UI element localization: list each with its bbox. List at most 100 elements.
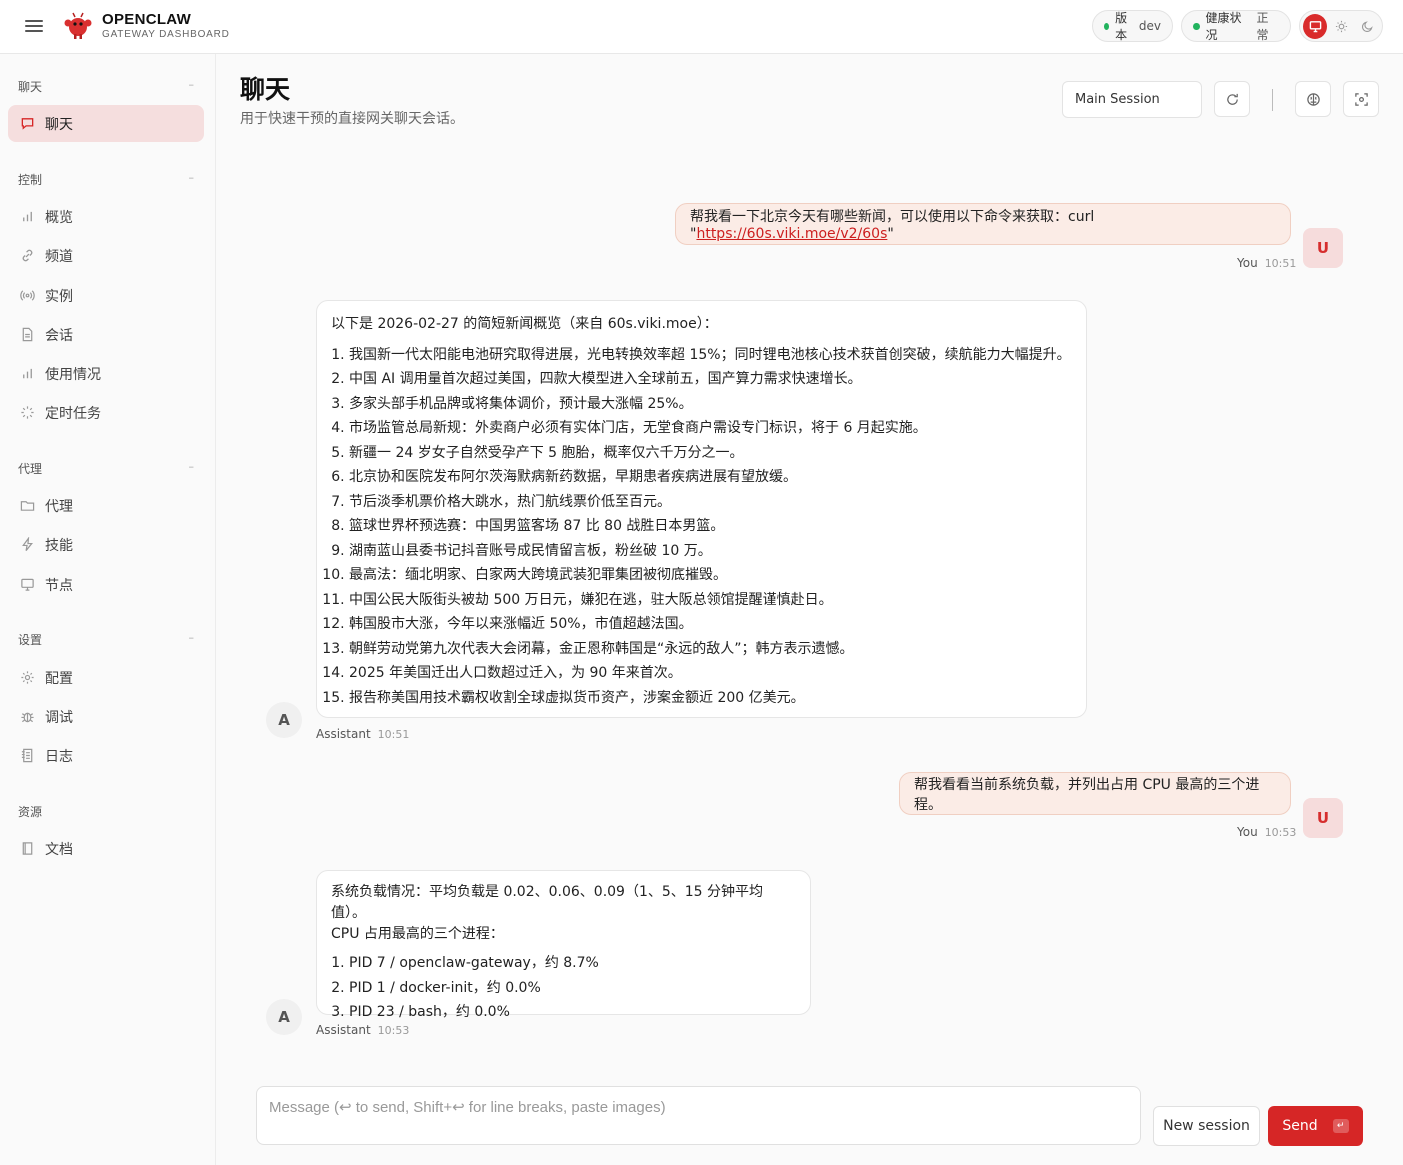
- message-link[interactable]: https://60s.viki.moe/v2/60s: [696, 226, 887, 242]
- sidebar-item-sessions[interactable]: 会话: [8, 316, 204, 353]
- session-select[interactable]: Main Session: [1062, 81, 1202, 118]
- list-item: 多家头部手机品牌或将集体调价，预计最大涨幅 25%。: [349, 392, 1072, 417]
- assistant-message-bubble: 系统负载情况：平均负载是 0.02、0.06、0.09（1、5、15 分钟平均值…: [316, 870, 811, 1020]
- sidebar-item-config[interactable]: 配置: [8, 659, 204, 696]
- list-item: 湖南蓝山县委书记抖音账号成民情留言板，粉丝破 10 万。: [349, 539, 1072, 564]
- focus-mode-button[interactable]: [1343, 81, 1379, 117]
- theme-dark-button[interactable]: [1355, 14, 1379, 39]
- refresh-button[interactable]: [1214, 81, 1250, 117]
- list-item: 新疆一 24 岁女子自然受孕产下 5 胞胎，概率仅六千万分之一。: [349, 441, 1072, 466]
- list-item: 市场监管总局新规：外卖商户必须有实体门店，无堂食商户需设专门标识，将于 6 月起…: [349, 416, 1072, 441]
- sidebar-section-chat[interactable]: 聊天 –: [18, 78, 194, 95]
- sidebar-item-debug[interactable]: 调试: [8, 698, 204, 735]
- sidebar-item-channels[interactable]: 频道: [8, 237, 204, 274]
- gear-icon: [21, 671, 34, 684]
- sidebar-item-label: 定时任务: [45, 405, 101, 422]
- sender-name: You: [1237, 825, 1258, 839]
- page-subtitle: 用于快速干预的直接网关聊天会话。: [240, 111, 464, 127]
- thinking-toggle-button[interactable]: [1295, 81, 1331, 117]
- monitor-icon: [1309, 20, 1321, 32]
- bar-chart-icon: [23, 368, 32, 379]
- message-time: 10:53: [1264, 826, 1297, 839]
- user-message-bubble: 帮我看看当前系统负载，并列出占用 CPU 最高的三个进程。: [899, 772, 1291, 815]
- sidebar: 聊天 – 聊天 控制 – 概览 频道 实例 会话 使用情况 定时任务 代理 – 代理: [0, 54, 216, 1165]
- broadcast-icon: [20, 290, 35, 301]
- sidebar-item-chat[interactable]: 聊天: [8, 105, 204, 142]
- sidebar-item-label: 节点: [45, 577, 73, 594]
- sidebar-section-settings[interactable]: 设置 –: [18, 631, 194, 648]
- link-icon: [22, 249, 33, 262]
- version-badge: 版本 dev: [1092, 10, 1173, 42]
- send-button[interactable]: Send ↵: [1268, 1106, 1363, 1146]
- sidebar-section-resources[interactable]: 资源: [18, 803, 194, 820]
- message-text: 帮我看看当前系统负载，并列出占用 CPU 最高的三个进程。: [914, 776, 1260, 813]
- message-time: 10:51: [1264, 257, 1297, 270]
- sidebar-item-nodes[interactable]: 节点: [8, 566, 204, 603]
- sidebar-item-skills[interactable]: 技能: [8, 526, 204, 563]
- chat-icon: [21, 118, 34, 130]
- list-item: 韩国股市大涨，今年以来涨幅近 50%，市值超越法国。: [349, 612, 1072, 637]
- message-text: 帮我看一下北京今天有哪些新闻，可以使用以下命令来获取：curl "https:/…: [690, 206, 1276, 242]
- sender-name: Assistant: [316, 727, 371, 741]
- user-avatar: U: [1303, 798, 1343, 838]
- list-item: 2025 年美国迁出人口数超过迁入，为 90 年来首次。: [349, 661, 1072, 686]
- brand: OPENCLAW GATEWAY DASHBOARD: [102, 12, 230, 41]
- health-badge: 健康状况 正常: [1181, 10, 1291, 42]
- sidebar-item-instances[interactable]: 实例: [8, 277, 204, 314]
- assistant-avatar: A: [266, 702, 302, 738]
- theme-system-button[interactable]: [1303, 13, 1327, 39]
- list-item: 中国公民大阪街头被劫 500 万日元，嫌犯在逃，驻大阪总领馆提醒谨慎赴日。: [349, 588, 1072, 613]
- message-time: 10:53: [377, 1024, 410, 1037]
- sidebar-section-agents[interactable]: 代理 –: [18, 460, 194, 477]
- status-dot-icon: [1193, 22, 1200, 30]
- health-value: 正常: [1256, 11, 1269, 42]
- list-item: PID 23 / bash，约 0.0%: [349, 1000, 796, 1025]
- sidebar-item-docs[interactable]: 文档: [8, 830, 204, 867]
- user-avatar: U: [1303, 228, 1343, 268]
- assistant-avatar: A: [266, 999, 302, 1035]
- message-meta: Assistant 10:53: [316, 1023, 409, 1037]
- list-item: 中国 AI 调用量首次超过美国，四款大模型进入全球前五，国产算力需求快速增长。: [349, 367, 1072, 392]
- message-text-part: ": [887, 226, 894, 242]
- message-intro: 以下是 2026-02-27 的简短新闻概览（来自 60s.viki.moe）：: [331, 316, 718, 332]
- send-label: Send: [1282, 1118, 1318, 1134]
- message-time: 10:51: [377, 728, 410, 741]
- brain-icon: [1306, 92, 1320, 106]
- message-meta: You 10:51: [1237, 256, 1296, 270]
- list-item: 我国新一代太阳能电池研究取得进展，光电转换效率超 15%；同时锂电池核心技术获首…: [349, 343, 1072, 368]
- sidebar-item-label: 使用情况: [45, 366, 101, 383]
- sidebar-item-label: 文档: [45, 841, 73, 858]
- sidebar-item-overview[interactable]: 概览: [8, 198, 204, 235]
- sidebar-item-label: 技能: [45, 537, 73, 554]
- sidebar-item-agents[interactable]: 代理: [8, 487, 204, 524]
- folder-icon: [20, 501, 35, 511]
- brand-subtitle: GATEWAY DASHBOARD: [102, 29, 230, 40]
- sidebar-item-usage[interactable]: 使用情况: [8, 355, 204, 392]
- monitor-icon: [21, 578, 34, 591]
- menu-icon[interactable]: [24, 17, 44, 35]
- collapse-icon: –: [188, 631, 195, 644]
- bug-icon: [21, 712, 34, 723]
- book-icon: [22, 842, 33, 855]
- section-title: 代理: [18, 462, 43, 476]
- sidebar-section-control[interactable]: 控制 –: [18, 171, 194, 188]
- new-session-button[interactable]: New session: [1153, 1106, 1260, 1146]
- sidebar-item-cron[interactable]: 定时任务: [8, 394, 204, 431]
- collapse-icon: –: [188, 78, 195, 91]
- list-item: PID 7 / openclaw-gateway，约 8.7%: [349, 951, 796, 976]
- refresh-icon: [1226, 93, 1238, 105]
- sender-name: You: [1237, 256, 1258, 270]
- openclaw-logo: [64, 12, 92, 39]
- toolbar-divider: [1272, 89, 1273, 111]
- sidebar-item-label: 聊天: [45, 116, 73, 133]
- collapse-icon: –: [188, 171, 195, 184]
- health-label: 健康状况: [1205, 11, 1242, 42]
- message-meta: Assistant 10:51: [316, 727, 409, 741]
- section-title: 设置: [18, 633, 43, 647]
- sidebar-item-logs[interactable]: 日志: [8, 737, 204, 774]
- list-item: 报告称美国用技术霸权收割全球虚拟货币资产，涉案金额近 200 亿美元。: [349, 686, 1072, 711]
- list-item: 节后淡季机票价格大跳水，热门航线票价低至百元。: [349, 490, 1072, 515]
- message-input[interactable]: [257, 1087, 1140, 1144]
- message-composer: [256, 1086, 1141, 1145]
- theme-light-button[interactable]: [1329, 14, 1353, 39]
